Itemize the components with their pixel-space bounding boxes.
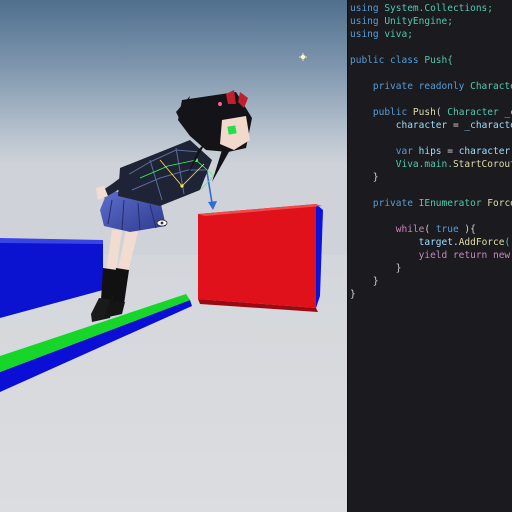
code-token: yield return new bbox=[350, 250, 512, 261]
code-token: Character bbox=[470, 81, 512, 92]
code-token: var bbox=[350, 146, 419, 157]
code-token: Viva.main. bbox=[350, 159, 453, 170]
code-token: IEnumerator bbox=[418, 198, 482, 209]
code-token: true bbox=[435, 224, 459, 235]
code-token: Character bbox=[447, 107, 499, 118]
code-token: viva; bbox=[384, 29, 413, 40]
code-token: private readonly bbox=[350, 81, 471, 92]
code-line[interactable]: } bbox=[350, 275, 379, 288]
code-line[interactable]: } bbox=[350, 262, 402, 275]
code-token: } bbox=[350, 172, 379, 183]
code-token: Push bbox=[412, 107, 436, 118]
code-line[interactable]: } bbox=[350, 288, 356, 301]
code-line[interactable]: character = _character bbox=[350, 119, 512, 132]
code-token: using bbox=[350, 3, 385, 14]
code-line[interactable]: var hips = character.r bbox=[350, 145, 512, 158]
code-token: StartCorouti bbox=[452, 159, 512, 170]
code-token: = bbox=[447, 120, 465, 131]
code-line[interactable]: while( true ){ bbox=[350, 223, 476, 236]
code-token: Force( bbox=[487, 198, 512, 209]
code-line[interactable]: using System.Collections; bbox=[350, 2, 493, 15]
code-token: target bbox=[350, 237, 453, 248]
code-token: character bbox=[350, 120, 448, 131]
code-token: public bbox=[350, 107, 413, 118]
code-token: private bbox=[350, 198, 419, 209]
code-token: } bbox=[350, 276, 379, 287]
code-token: hips bbox=[418, 146, 442, 157]
code-line[interactable]: private IEnumerator Force( bbox=[350, 197, 512, 210]
red-box[interactable] bbox=[198, 204, 323, 312]
code-line[interactable]: using UnityEngine; bbox=[350, 15, 453, 28]
scene bbox=[0, 0, 347, 512]
code-token: ){ bbox=[458, 224, 476, 235]
code-token: ( bbox=[435, 107, 448, 118]
code-line[interactable]: Viva.main.StartCorouti bbox=[350, 158, 512, 171]
code-line[interactable]: public class Push{ bbox=[350, 54, 453, 67]
code-token: } bbox=[350, 289, 356, 300]
code-token: } bbox=[350, 263, 402, 274]
code-line[interactable]: using viva; bbox=[350, 28, 413, 41]
code-token: ( V bbox=[504, 237, 511, 248]
code-token: AddForce bbox=[458, 237, 505, 248]
code-token: using bbox=[350, 29, 385, 40]
code-line[interactable]: public Push( Character _cha bbox=[350, 106, 512, 119]
code-line[interactable]: } bbox=[350, 171, 379, 184]
code-token: UnityEngine; bbox=[384, 16, 453, 27]
code-token: public class bbox=[350, 55, 425, 66]
code-line[interactable]: yield return new W bbox=[350, 249, 512, 262]
code-token: _character bbox=[464, 120, 512, 131]
code-token: using bbox=[350, 16, 385, 27]
eye-icon bbox=[156, 219, 168, 227]
code-token: = bbox=[441, 146, 459, 157]
code-line[interactable]: private readonly Character bbox=[350, 80, 512, 93]
game-viewport[interactable] bbox=[0, 0, 347, 512]
code-token: ( bbox=[424, 224, 436, 235]
code-token: System.Collections; bbox=[384, 3, 493, 14]
code-token: Push{ bbox=[424, 55, 453, 66]
code-token: while bbox=[350, 224, 425, 235]
code-token: _cha bbox=[504, 107, 512, 118]
code-editor-panel[interactable]: using System.Collections; using UnityEngi… bbox=[347, 0, 512, 512]
code-token: character bbox=[458, 146, 511, 157]
code-line[interactable]: target.AddForce( V bbox=[350, 236, 512, 249]
